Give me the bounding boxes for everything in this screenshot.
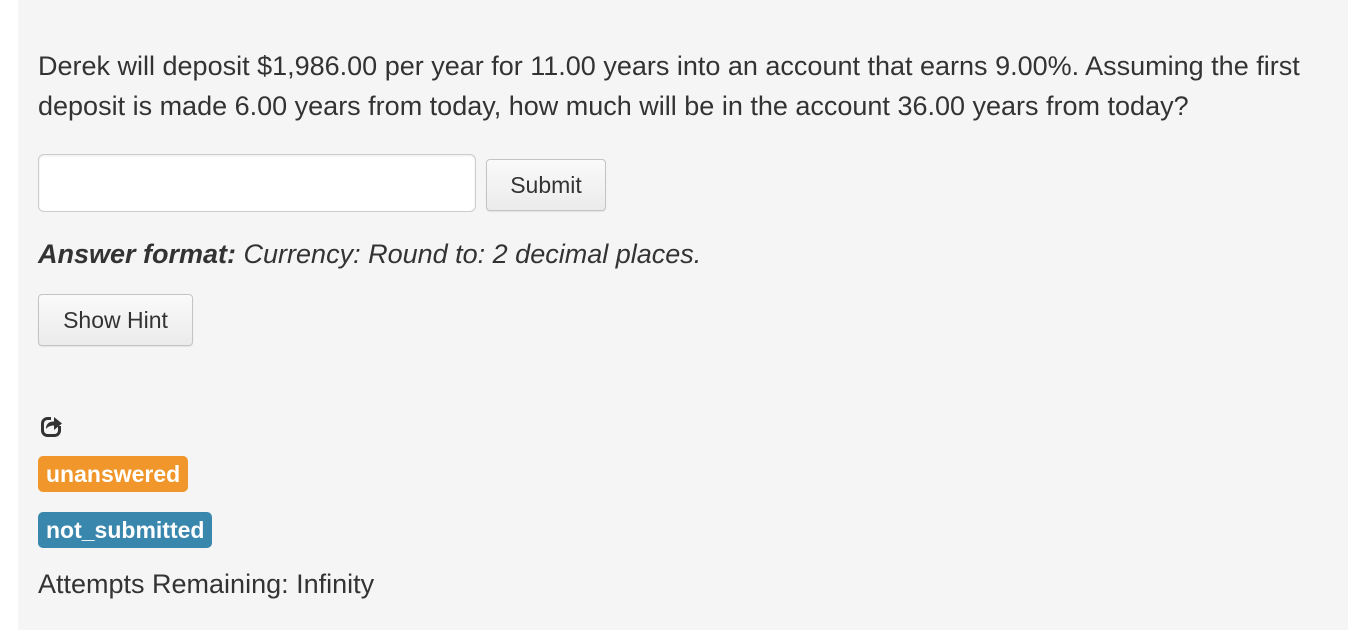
status-badge-not-submitted: not_submitted — [38, 512, 213, 548]
status-badge-unanswered: unanswered — [38, 456, 189, 492]
answer-format-text: Currency: Round to: 2 decimal places. — [243, 239, 702, 269]
attempts-remaining: Attempts Remaining: Infinity — [38, 569, 375, 599]
question-panel: Derek will deposit $1,986.00 per year fo… — [18, 0, 1348, 630]
answer-format: Answer format: Currency: Round to: 2 dec… — [38, 236, 701, 272]
share-icon[interactable] — [40, 414, 64, 438]
question-text: Derek will deposit $1,986.00 per year fo… — [38, 51, 1300, 121]
submit-button[interactable]: Submit — [486, 159, 606, 211]
answer-format-label: Answer format: — [38, 239, 237, 269]
show-hint-button[interactable]: Show Hint — [38, 294, 193, 346]
answer-input[interactable] — [38, 154, 476, 212]
